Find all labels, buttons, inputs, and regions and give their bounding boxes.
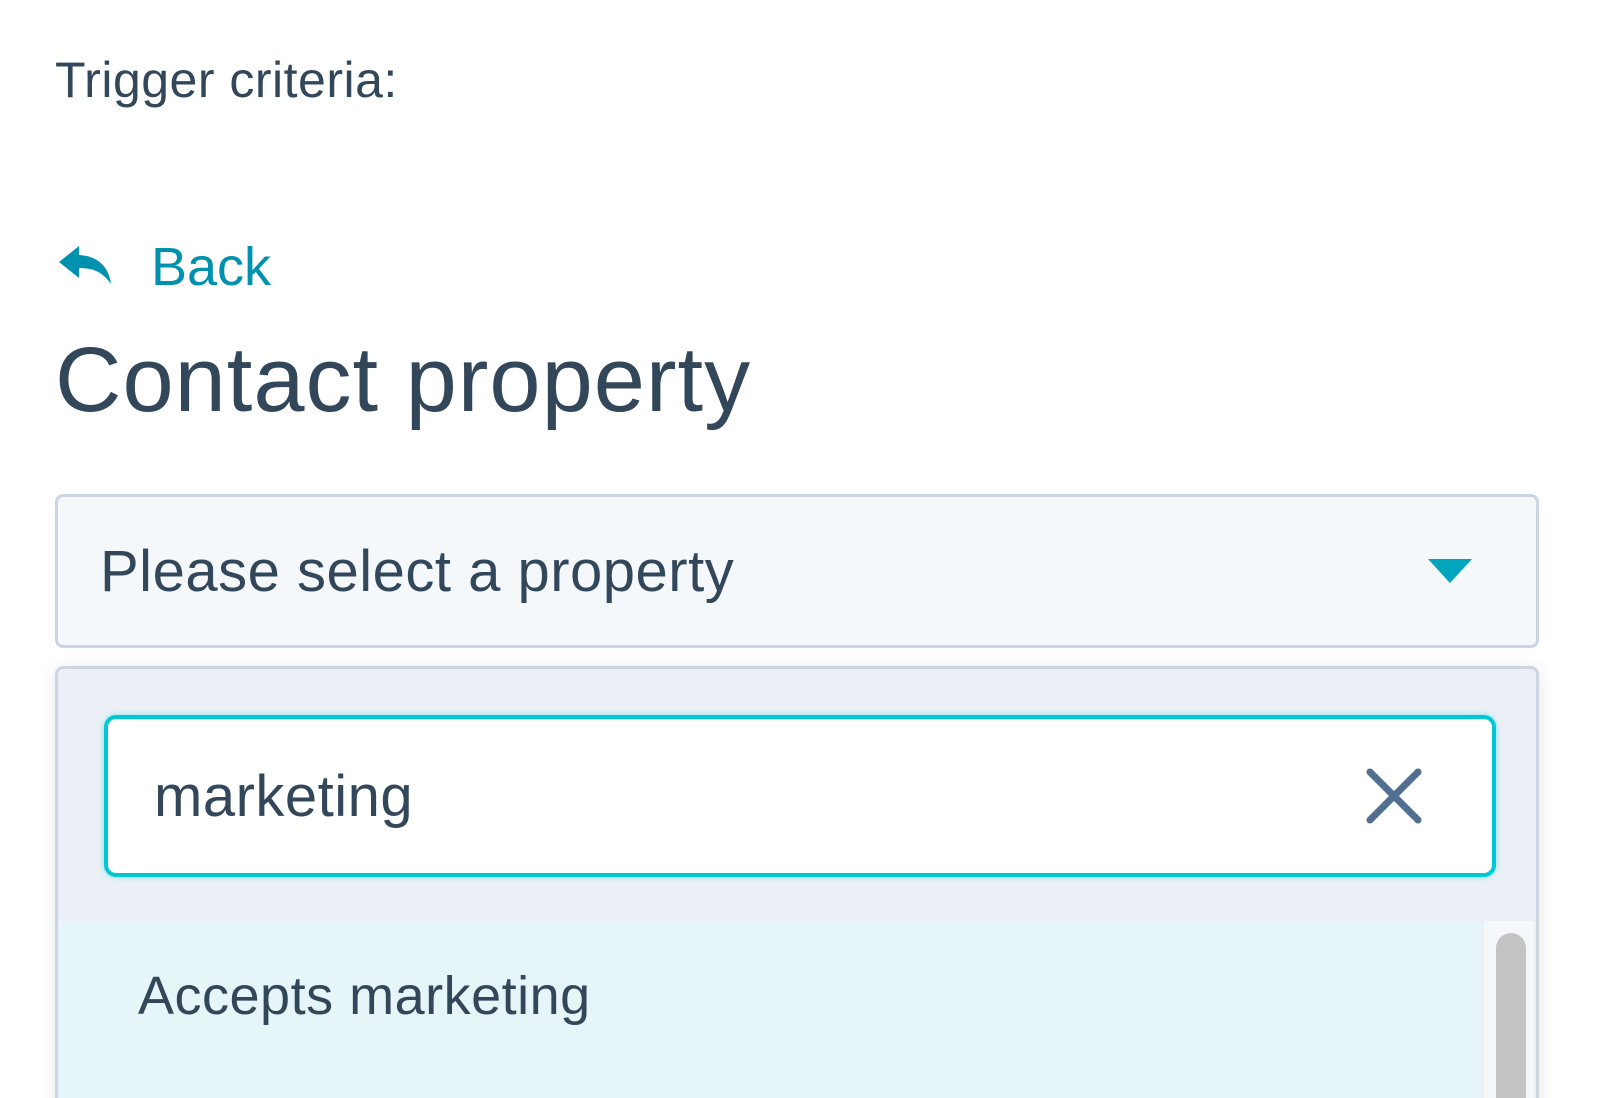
- list-item[interactable]: Accepts marketing: [58, 921, 1482, 1071]
- results-scrollbar[interactable]: [1484, 921, 1534, 1098]
- scrollbar-thumb[interactable]: [1496, 933, 1526, 1098]
- property-select-value: Please select a property: [100, 538, 735, 604]
- trigger-criteria-label: Trigger criteria:: [55, 52, 398, 108]
- property-search-field[interactable]: [104, 715, 1496, 877]
- property-dropdown: Accepts marketing: [55, 666, 1539, 1098]
- back-link[interactable]: Back: [55, 232, 271, 302]
- reply-arrow-icon: [55, 242, 115, 292]
- property-search-input[interactable]: [152, 745, 1362, 847]
- close-icon[interactable]: [1362, 764, 1426, 828]
- property-results-list: Accepts marketing: [58, 921, 1482, 1098]
- section-title: Contact property: [55, 329, 752, 431]
- caret-down-icon: [1426, 557, 1474, 585]
- workflow-trigger-panel: Trigger criteria: Back Contact property …: [0, 0, 1600, 1098]
- back-label: Back: [151, 237, 272, 297]
- property-select[interactable]: Please select a property: [55, 494, 1539, 648]
